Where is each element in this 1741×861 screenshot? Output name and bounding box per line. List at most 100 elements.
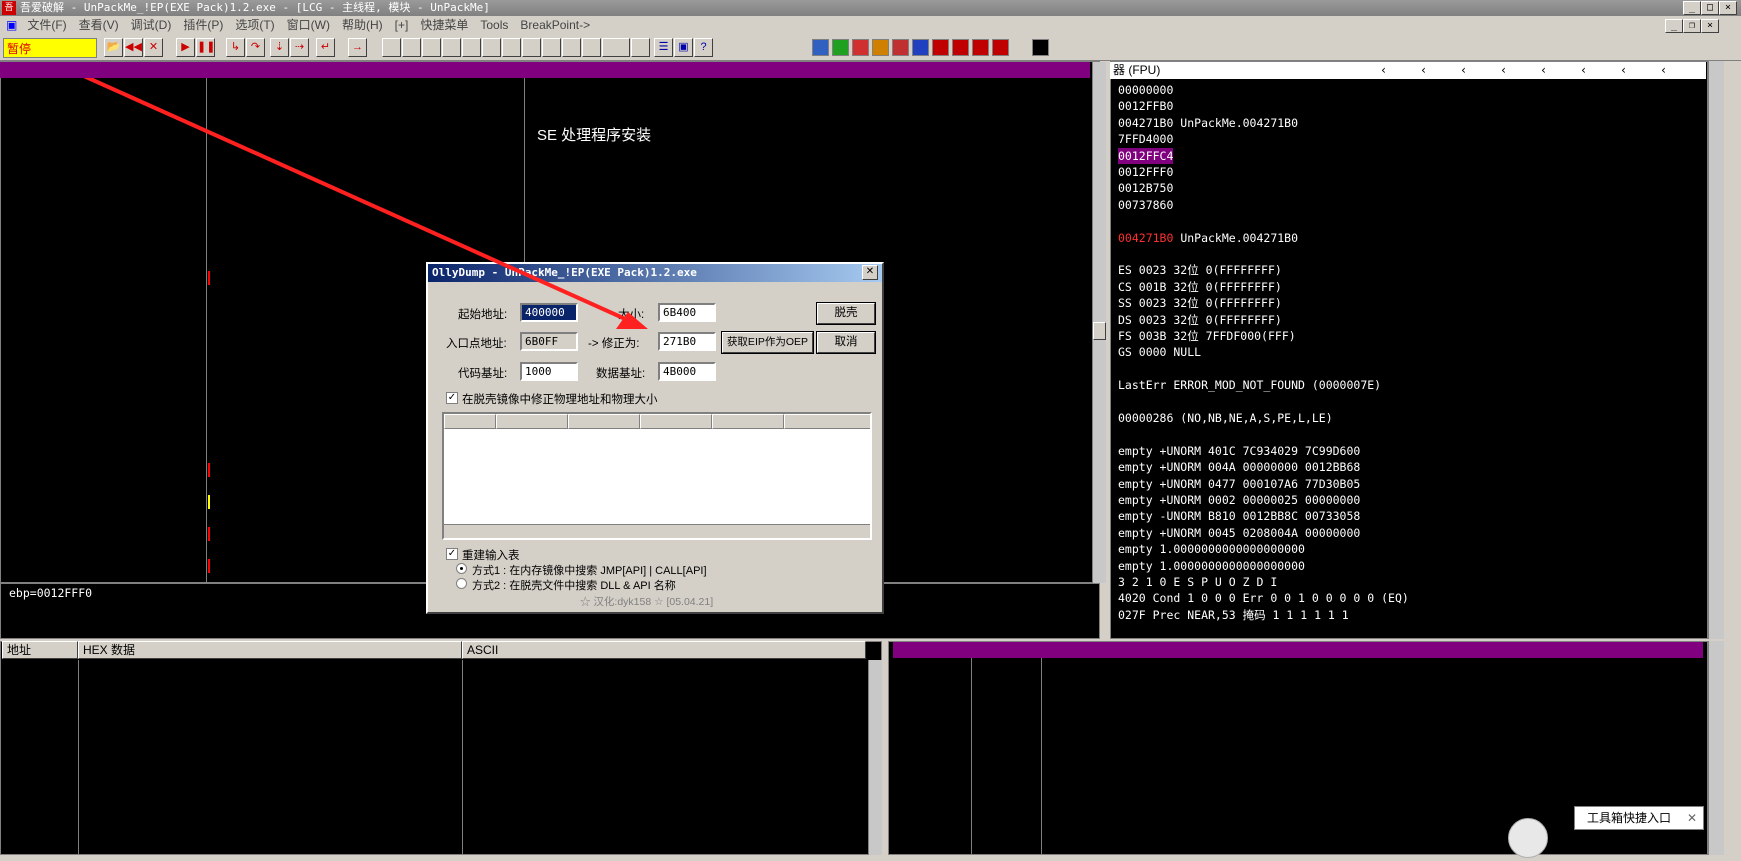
- toolbar-letter-button[interactable]: [582, 38, 601, 57]
- dump-col-hex[interactable]: HEX 数据: [78, 641, 462, 659]
- register-line[interactable]: 00737860: [1118, 197, 1173, 213]
- stack-row[interactable]: [893, 674, 1703, 690]
- tool-button-p[interactable]: [658, 38, 682, 57]
- plugin-icon[interactable]: [832, 39, 849, 56]
- disasm-row[interactable]: [0, 558, 1100, 574]
- register-line[interactable]: SS 0023 32位 0(FFFFFFFF): [1118, 295, 1282, 311]
- step-over-icon[interactable]: ↷: [246, 38, 265, 57]
- disasm-row[interactable]: [0, 110, 1100, 126]
- register-line[interactable]: empty +UNORM 0002 00000025 00000000: [1118, 492, 1360, 508]
- disasm-row[interactable]: [0, 382, 1100, 398]
- trace-over-icon[interactable]: ⇢: [290, 38, 309, 57]
- register-line[interactable]: 00000000: [1118, 82, 1173, 98]
- disasm-row[interactable]: [0, 542, 1100, 558]
- disasm-row[interactable]: [0, 574, 1100, 590]
- disasm-row[interactable]: [0, 414, 1100, 430]
- toolbar-letter-button[interactable]: [442, 38, 461, 57]
- stack-scrollbar[interactable]: [1708, 641, 1724, 855]
- menu-item[interactable]: 文件(F): [21, 16, 72, 35]
- disasm-row[interactable]: [0, 446, 1100, 462]
- register-line[interactable]: ES 0023 32位 0(FFFFFFFF): [1118, 262, 1282, 278]
- register-line[interactable]: 004271B0 UnPackMe.004271B0: [1118, 115, 1298, 131]
- menu-item[interactable]: 窗口(W): [281, 16, 336, 35]
- tool-button-notepad[interactable]: [730, 38, 792, 57]
- dump-col-ascii[interactable]: ASCII: [462, 641, 866, 659]
- menu-item[interactable]: 调试(D): [125, 16, 178, 35]
- close-button[interactable]: ×: [1719, 1, 1737, 15]
- menu-item[interactable]: [+]: [389, 16, 415, 35]
- menu-item[interactable]: 查看(V): [73, 16, 125, 35]
- disasm-row[interactable]: [0, 526, 1100, 542]
- disasm-row[interactable]: [0, 126, 1100, 142]
- disasm-row[interactable]: [0, 478, 1100, 494]
- disasm-row[interactable]: [0, 302, 1100, 318]
- disasm-row[interactable]: [0, 190, 1100, 206]
- tool-button-vb[interactable]: [690, 38, 722, 57]
- tool-button-bp[interactable]: [630, 38, 654, 57]
- register-line[interactable]: 027F Prec NEAR,53 掩码 1 1 1 1 1 1: [1118, 607, 1349, 623]
- stack-row[interactable]: [893, 754, 1703, 770]
- disasm-row[interactable]: [0, 462, 1100, 478]
- disasm-row[interactable]: [0, 94, 1100, 110]
- toolbar-letter-button[interactable]: [382, 38, 401, 57]
- disasm-row[interactable]: [0, 334, 1100, 350]
- disasm-row[interactable]: [0, 398, 1100, 414]
- register-line[interactable]: LastErr ERROR_MOD_NOT_FOUND (0000007E): [1118, 377, 1381, 393]
- chevron-left-icon[interactable]: ‹: [1380, 63, 1387, 77]
- pause-icon[interactable]: ❚❚: [196, 38, 215, 57]
- exec-till-return-icon[interactable]: ↵: [316, 38, 335, 57]
- register-line[interactable]: CS 001B 32位 0(FFFFFFFF): [1118, 279, 1282, 295]
- toolbar-letter-button[interactable]: [562, 38, 581, 57]
- disasm-row[interactable]: [0, 206, 1100, 222]
- stack-row[interactable]: [893, 690, 1703, 706]
- stack-row[interactable]: [893, 770, 1703, 786]
- mdi-restore-button[interactable]: ❐: [1683, 19, 1701, 33]
- register-line[interactable]: 0012FFF0: [1118, 164, 1173, 180]
- plugin-icon[interactable]: [992, 39, 1009, 56]
- menu-item[interactable]: 选项(T): [229, 16, 280, 35]
- disasm-row[interactable]: [0, 254, 1100, 270]
- register-line[interactable]: empty +UNORM 0045 0208004A 00000000: [1118, 525, 1360, 541]
- stack-row[interactable]: [893, 834, 1703, 850]
- disasm-row[interactable]: [0, 286, 1100, 302]
- register-line[interactable]: 004271B0 UnPackMe.004271B0: [1118, 230, 1298, 246]
- register-line[interactable]: 0012FFB0: [1118, 98, 1173, 114]
- disasm-row[interactable]: [0, 270, 1100, 286]
- chevron-left-icon[interactable]: ‹: [1620, 63, 1627, 77]
- stack-row[interactable]: [893, 642, 1703, 658]
- chevron-left-icon[interactable]: ‹: [1660, 63, 1667, 77]
- plugin-icon[interactable]: [812, 39, 829, 56]
- chevron-left-icon[interactable]: ‹: [1500, 63, 1507, 77]
- chevron-left-icon[interactable]: ‹: [1540, 63, 1547, 77]
- plugin-icon[interactable]: [972, 39, 989, 56]
- registers-scrollbar[interactable]: [1708, 61, 1724, 639]
- app-icon[interactable]: 吾: [2, 1, 16, 15]
- stack-row[interactable]: [893, 802, 1703, 818]
- register-line[interactable]: DS 0023 32位 0(FFFFFFFF): [1118, 312, 1282, 328]
- close-x-icon[interactable]: ✕: [144, 38, 163, 57]
- disasm-row[interactable]: [0, 318, 1100, 334]
- toolbar-letter-button[interactable]: [502, 38, 521, 57]
- run-icon[interactable]: ▶: [176, 38, 195, 57]
- register-line[interactable]: empty -UNORM B810 0012BB8C 00733058: [1118, 508, 1360, 524]
- stack-row[interactable]: [893, 658, 1703, 674]
- register-line[interactable]: 4020 Cond 1 0 0 0 Err 0 0 1 0 0 0 0 0 (E…: [1118, 590, 1409, 606]
- mdi-close-button[interactable]: ×: [1701, 19, 1719, 33]
- dump-col-address[interactable]: 地址: [2, 641, 78, 659]
- disasm-row[interactable]: [0, 78, 1100, 94]
- disasm-row[interactable]: [0, 366, 1100, 382]
- menu-item[interactable]: 快捷菜单: [414, 16, 474, 35]
- open-icon[interactable]: 📂: [104, 38, 123, 57]
- trace-into-icon[interactable]: ⇣: [270, 38, 289, 57]
- register-line[interactable]: GS 0000 NULL: [1118, 344, 1201, 360]
- disasm-row[interactable]: [0, 494, 1100, 510]
- minimize-button[interactable]: _: [1683, 1, 1701, 15]
- stack-row[interactable]: [893, 738, 1703, 754]
- plugin-icon[interactable]: [952, 39, 969, 56]
- menu-item[interactable]: 帮助(H): [336, 16, 389, 35]
- register-line[interactable]: 00000286 (NO,NB,NE,A,S,PE,L,LE): [1118, 410, 1333, 426]
- step-into-icon[interactable]: ↳: [226, 38, 245, 57]
- register-line[interactable]: 7FFD4000: [1118, 131, 1173, 147]
- disasm-row[interactable]: [0, 350, 1100, 366]
- menu-item[interactable]: BreakPoint->: [514, 16, 596, 35]
